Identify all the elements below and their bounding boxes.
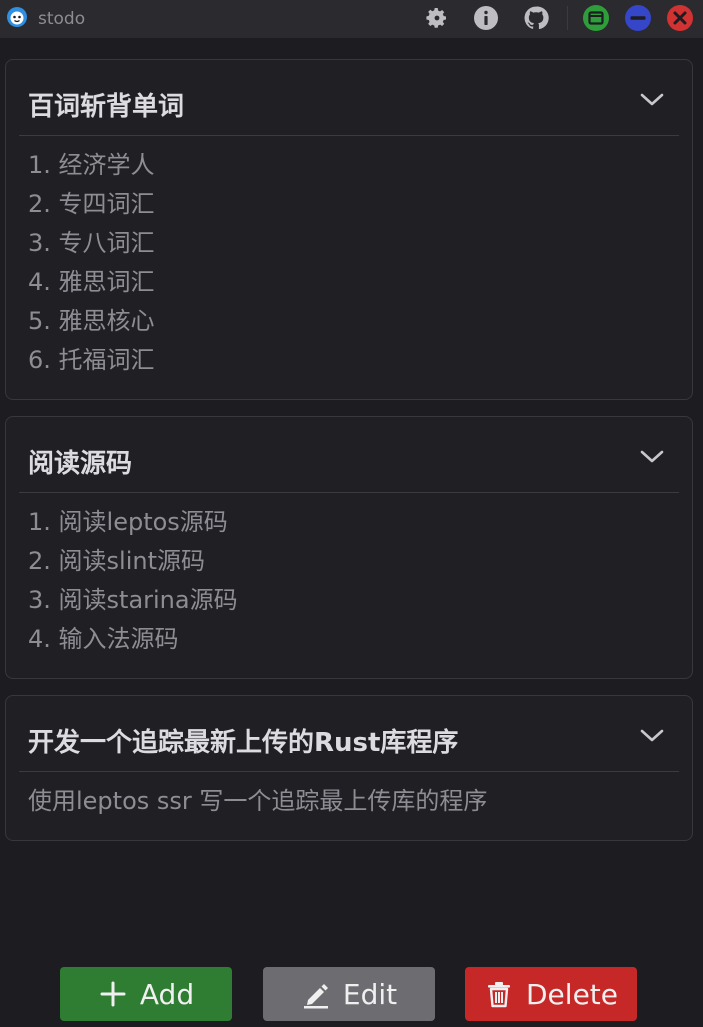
list-item: 使用leptos ssr 写一个追踪最上传库的程序 (28, 787, 488, 815)
info-icon (474, 6, 498, 30)
todo-card: 开发一个追踪最新上传的Rust库程序 使用leptos ssr 写一个追踪最上传… (5, 695, 693, 841)
maximize-button[interactable] (582, 4, 610, 32)
minimize-button[interactable] (624, 4, 652, 32)
minimize-icon (625, 5, 651, 31)
list-item: 1. 经济学人 (28, 151, 155, 179)
todo-card-body: 使用leptos ssr 写一个追踪最上传库的程序 (28, 782, 672, 821)
chevron-down-icon[interactable] (639, 449, 665, 465)
close-icon (667, 5, 693, 31)
info-button[interactable] (472, 4, 500, 32)
list-item: 3. 专八词汇 (28, 229, 155, 257)
list-item: 3. 阅读starina源码 (28, 586, 238, 614)
todo-card-title: 开发一个追踪最新上传的Rust库程序 (28, 728, 459, 758)
list-item: 2. 专四词汇 (28, 190, 155, 218)
add-button-label: Add (139, 977, 195, 1011)
list-item: 2. 阅读slint源码 (28, 547, 205, 575)
todo-card-header[interactable]: 百词斩背单词 (19, 60, 679, 136)
gear-icon (426, 8, 446, 28)
todo-card-header[interactable]: 阅读源码 (19, 417, 679, 493)
edit-button-label: Edit (342, 977, 398, 1011)
github-icon (524, 6, 549, 30)
list-item: 4. 输入法源码 (28, 625, 179, 653)
maximize-icon (583, 5, 609, 31)
todo-card-header[interactable]: 开发一个追踪最新上传的Rust库程序 (19, 696, 679, 772)
todo-card: 阅读源码 1. 阅读leptos源码 2. 阅读slint源码 3. 阅读sta… (5, 416, 693, 679)
todo-card-title: 阅读源码 (28, 449, 133, 479)
github-button[interactable] (522, 4, 550, 32)
pencil-icon (303, 984, 328, 1009)
list-item: 1. 阅读leptos源码 (28, 508, 228, 536)
todo-card-body: 1. 阅读leptos源码 2. 阅读slint源码 3. 阅读starina源… (28, 503, 672, 659)
list-item: 4. 雅思词汇 (28, 268, 155, 296)
list-item: 6. 托福词汇 (28, 346, 155, 374)
chevron-down-icon[interactable] (639, 92, 665, 108)
close-button[interactable] (666, 4, 694, 32)
title-bar: stodo (0, 0, 703, 38)
delete-button-label: Delete (526, 977, 618, 1011)
list-item: 5. 雅思核心 (28, 307, 155, 335)
titlebar-divider (567, 6, 568, 30)
add-button[interactable]: Add (60, 967, 232, 1021)
app-title: stodo (38, 9, 86, 29)
app-logo-icon (7, 7, 27, 27)
edit-button[interactable]: Edit (263, 967, 435, 1021)
delete-button[interactable]: Delete (465, 967, 637, 1021)
todo-card-title: 百词斩背单词 (28, 92, 185, 122)
settings-button[interactable] (423, 4, 451, 32)
todo-card: 百词斩背单词 1. 经济学人 2. 专四词汇 3. 专八词汇 4. 雅思词汇 5… (5, 59, 693, 400)
chevron-down-icon[interactable] (639, 728, 665, 744)
trash-icon (488, 982, 510, 1008)
plus-icon (100, 981, 126, 1007)
action-bar: Add Edit Delete (0, 967, 703, 1023)
todo-card-body: 1. 经济学人 2. 专四词汇 3. 专八词汇 4. 雅思词汇 5. 雅思核心 … (28, 146, 672, 380)
